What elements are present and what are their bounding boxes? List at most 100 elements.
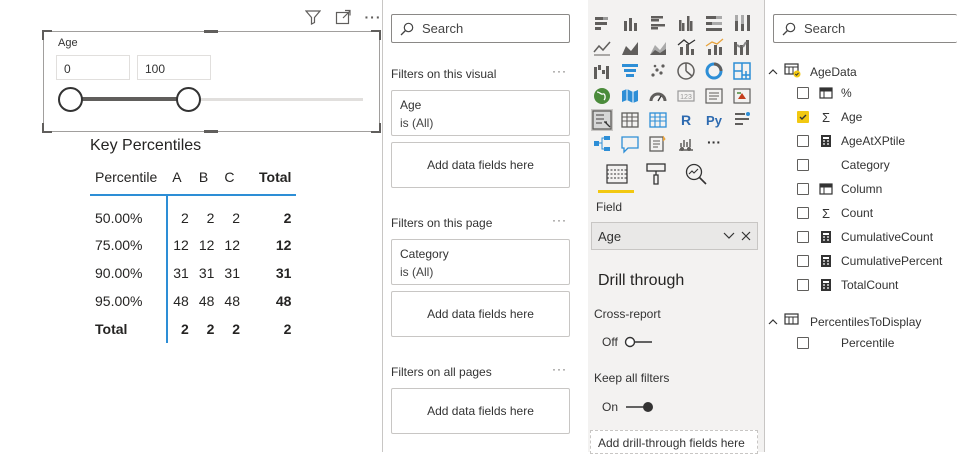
funnel-chart-icon[interactable]	[619, 60, 641, 82]
slicer-icon[interactable]	[591, 108, 613, 131]
field-item[interactable]: CumulativePercent	[797, 254, 942, 268]
smart-narrative-icon[interactable]	[647, 133, 669, 155]
field-item[interactable]: Category	[797, 158, 890, 172]
field-checkbox[interactable]	[797, 231, 809, 243]
filter-card-age[interactable]: Age is (All)	[391, 90, 570, 136]
field-table-header[interactable]: AgeData	[768, 62, 857, 81]
filter-icon[interactable]	[304, 8, 322, 26]
map-icon[interactable]	[591, 85, 613, 107]
clustered-bar-chart-icon[interactable]	[647, 12, 669, 34]
field-item[interactable]: %	[797, 86, 852, 100]
field-item[interactable]: Column	[797, 182, 882, 196]
chevron-up-icon[interactable]	[768, 318, 778, 326]
field-table-header[interactable]: PercentilesToDisplay	[768, 312, 921, 331]
column-header[interactable]: C	[219, 159, 245, 196]
chevron-down-icon[interactable]	[723, 231, 735, 241]
more-options-icon[interactable]: ···	[552, 64, 567, 78]
resize-handle[interactable]	[204, 30, 218, 33]
percentile-matrix: Percentile A B C Total 50.00% 2 2 2 2 75…	[90, 159, 297, 343]
line-stacked-column-icon[interactable]	[703, 36, 725, 58]
waterfall-chart-icon[interactable]	[591, 60, 613, 82]
field-item[interactable]: Percentile	[797, 336, 894, 350]
more-visuals-icon[interactable]: ···	[703, 133, 725, 155]
field-checkbox[interactable]	[797, 111, 809, 123]
multi-row-card-icon[interactable]	[703, 85, 725, 107]
format-tab-icon[interactable]	[643, 161, 669, 187]
fields-search-input[interactable]: Search	[773, 14, 957, 43]
field-checkbox[interactable]	[797, 255, 809, 267]
resize-handle[interactable]	[42, 123, 52, 133]
python-visual-icon[interactable]: Py	[703, 109, 725, 131]
filter-card-field: Category	[400, 247, 449, 261]
more-options-icon[interactable]: ···	[552, 213, 567, 227]
add-drill-through-fields[interactable]: Add drill-through fields here	[590, 430, 758, 454]
field-well-age[interactable]: Age	[591, 222, 758, 250]
slider-max-thumb[interactable]	[176, 87, 201, 112]
field-checkbox[interactable]	[797, 87, 809, 99]
add-data-fields-page[interactable]: Add data fields here	[391, 291, 570, 337]
gauge-icon[interactable]	[647, 85, 669, 107]
more-options-icon[interactable]: ···	[552, 362, 567, 376]
more-options-icon[interactable]: ···	[364, 8, 382, 26]
treemap-icon[interactable]	[731, 60, 753, 82]
resize-handle[interactable]	[371, 123, 381, 133]
stacked-column-chart-icon[interactable]	[619, 12, 641, 34]
field-checkbox[interactable]	[797, 183, 809, 195]
100-stacked-column-icon[interactable]	[731, 12, 753, 34]
column-header[interactable]: B	[193, 159, 220, 196]
slicer-min-input[interactable]: 0	[56, 55, 130, 80]
column-header[interactable]: A	[167, 159, 194, 196]
focus-mode-icon[interactable]	[334, 8, 352, 26]
table-icon[interactable]	[619, 109, 641, 131]
card-icon[interactable]: 123	[675, 85, 697, 107]
filters-search-input[interactable]: Search	[391, 14, 570, 43]
field-checkbox[interactable]	[797, 337, 809, 349]
paginated-report-icon[interactable]	[675, 133, 697, 155]
kpi-icon[interactable]	[731, 85, 753, 107]
field-checkbox[interactable]	[797, 159, 809, 171]
stacked-area-chart-icon[interactable]	[647, 36, 669, 58]
stacked-bar-chart-icon[interactable]	[591, 12, 613, 34]
close-icon[interactable]	[741, 231, 751, 241]
qa-icon[interactable]	[619, 133, 641, 155]
filter-card-category[interactable]: Category is (All)	[391, 239, 570, 285]
field-item[interactable]: CumulativeCount	[797, 230, 933, 244]
field-item[interactable]: AgeAtXPtile	[797, 134, 905, 148]
add-data-fields-visual[interactable]: Add data fields here	[391, 142, 570, 188]
line-chart-icon[interactable]	[591, 36, 613, 58]
100-stacked-bar-icon[interactable]	[703, 12, 725, 34]
key-influencers-icon[interactable]	[731, 109, 753, 131]
resize-handle[interactable]	[371, 30, 381, 40]
fields-tab-icon[interactable]	[604, 161, 630, 187]
field-item[interactable]: TotalCount	[797, 278, 898, 292]
donut-chart-icon[interactable]	[703, 60, 725, 82]
resize-handle[interactable]	[42, 30, 52, 40]
filled-map-icon[interactable]	[619, 85, 641, 107]
pie-chart-icon[interactable]	[675, 60, 697, 82]
slicer-max-input[interactable]: 100	[137, 55, 211, 80]
column-header[interactable]: Total	[245, 159, 297, 196]
field-checkbox[interactable]	[797, 207, 809, 219]
analytics-tab-icon[interactable]	[683, 161, 709, 187]
clustered-column-chart-icon[interactable]	[675, 12, 697, 34]
line-clustered-column-icon[interactable]	[675, 36, 697, 58]
field-checkbox[interactable]	[797, 279, 809, 291]
resize-handle[interactable]	[204, 130, 218, 133]
cross-report-toggle[interactable]: Off	[602, 335, 654, 349]
add-data-fields-all[interactable]: Add data fields here	[391, 388, 570, 434]
ribbon-chart-icon[interactable]	[731, 36, 753, 58]
slider-min-thumb[interactable]	[58, 87, 83, 112]
field-item[interactable]: Σ Age	[797, 110, 862, 125]
decomposition-tree-icon[interactable]	[591, 133, 613, 155]
matrix-icon[interactable]	[647, 109, 669, 131]
r-visual-icon[interactable]: R	[675, 109, 697, 131]
scatter-chart-icon[interactable]	[647, 60, 669, 82]
calculator-icon	[819, 230, 833, 244]
field-checkbox[interactable]	[797, 135, 809, 147]
column-header[interactable]: Percentile	[90, 159, 168, 196]
keep-filters-toggle[interactable]: On	[602, 400, 654, 414]
table-cell: 2	[181, 321, 189, 337]
field-item[interactable]: Σ Count	[797, 206, 873, 221]
chevron-up-icon[interactable]	[768, 68, 778, 76]
area-chart-icon[interactable]	[619, 36, 641, 58]
